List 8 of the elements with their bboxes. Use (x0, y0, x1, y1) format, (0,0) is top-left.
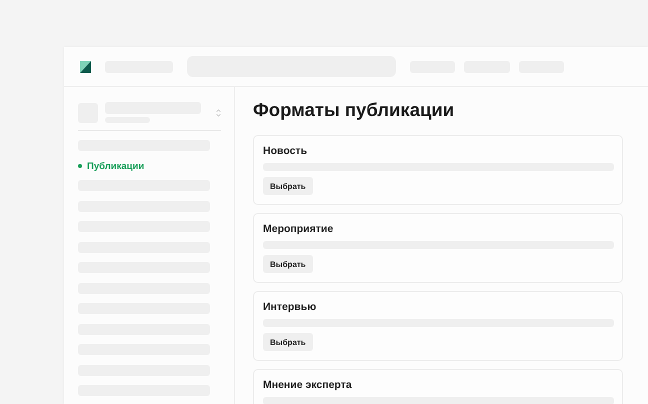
format-title: Новость (263, 144, 308, 158)
page-title: Форматы публикации (253, 98, 456, 122)
format-title: Мнение эксперта (263, 378, 352, 392)
format-title: Интервью (263, 300, 316, 314)
select-button[interactable]: Выбрать (263, 255, 313, 273)
format-title: Мероприятие (263, 222, 334, 236)
select-button[interactable]: Выбрать (263, 177, 313, 195)
select-button[interactable]: Выбрать (263, 333, 313, 351)
